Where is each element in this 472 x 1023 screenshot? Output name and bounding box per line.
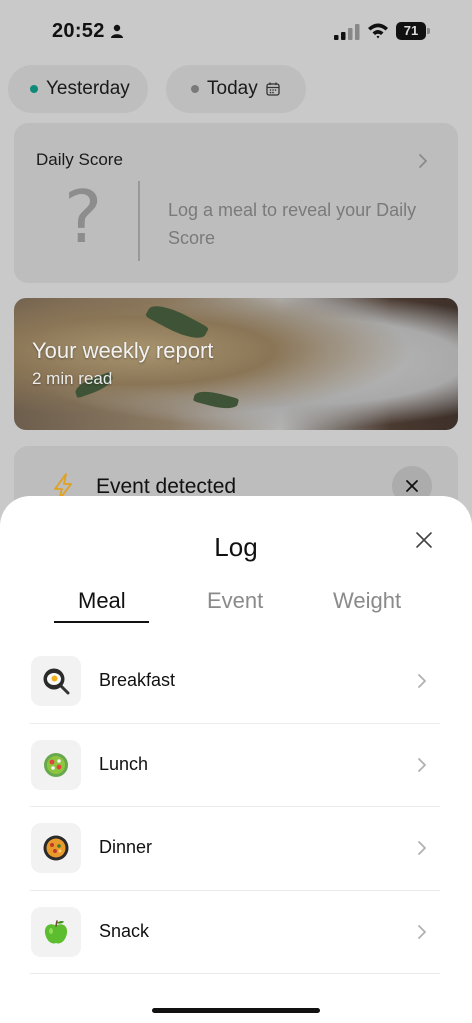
meal-icon-box [31, 906, 81, 957]
salad-bowl-icon [44, 752, 68, 777]
yesterday-label: Yesterday [46, 78, 130, 99]
calendar-icon [266, 82, 280, 96]
daily-score-card[interactable]: Daily Score ? Log a meal to reveal your … [14, 123, 458, 283]
meal-label: Lunch [99, 753, 149, 774]
person-icon [111, 24, 123, 38]
status-bar: 20:52 71 [0, 0, 472, 60]
battery-level: 71 [396, 22, 426, 40]
meal-icon-box [31, 739, 81, 790]
wifi-icon [368, 23, 388, 39]
tab-meal[interactable]: Meal [78, 588, 126, 614]
gray-dot-icon [191, 85, 199, 93]
meal-row-breakfast[interactable]: Breakfast [30, 640, 440, 724]
battery-tip [427, 28, 430, 34]
paella-pan-icon [43, 835, 69, 861]
meal-label: Breakfast [99, 670, 176, 690]
chevron-right-icon [418, 924, 426, 939]
today-label: Today [207, 78, 258, 99]
log-bottom-sheet: Log Meal Event Weight Breakfast Lunch Di… [0, 496, 472, 1023]
meal-row-lunch[interactable]: Lunch [30, 724, 440, 807]
close-icon [406, 480, 418, 492]
green-dot-icon [30, 85, 38, 93]
score-placeholder: ? [64, 175, 103, 259]
weekly-report-banner[interactable]: Your weekly report 2 min read [14, 298, 458, 430]
active-tab-indicator [54, 621, 149, 623]
meal-icon-box [31, 656, 81, 706]
tab-event[interactable]: Event [207, 588, 263, 614]
chevron-right-icon [419, 154, 427, 168]
battery-indicator: 71 [396, 22, 430, 40]
fried-egg-pan-icon [43, 668, 70, 695]
chevron-right-icon [418, 757, 426, 772]
sheet-title: Log [214, 532, 258, 562]
yesterday-pill[interactable]: Yesterday [8, 65, 148, 113]
meal-list: Breakfast Lunch Dinner Snack [30, 640, 440, 974]
weekly-report-subtitle: 2 min read [32, 369, 113, 388]
score-divider [138, 181, 140, 261]
daily-score-title: Daily Score [36, 150, 123, 169]
close-sheet-button[interactable] [414, 530, 434, 550]
cellular-signal-icon [334, 24, 360, 40]
meal-label: Snack [99, 920, 150, 941]
meal-row-dinner[interactable]: Dinner [30, 807, 440, 891]
home-indicator[interactable] [152, 1008, 320, 1013]
chevron-right-icon [418, 841, 426, 855]
meal-row-snack[interactable]: Snack [30, 891, 440, 974]
weekly-report-title: Your weekly report [32, 338, 214, 363]
green-apple-icon [44, 919, 68, 943]
meal-icon-box [31, 823, 81, 873]
chevron-right-icon [418, 674, 426, 688]
meal-label: Dinner [99, 837, 153, 857]
daily-score-message: Log a meal to reveal your Daily Score [168, 200, 417, 248]
food-photo-leaf [192, 387, 240, 413]
today-pill[interactable]: Today [166, 65, 306, 113]
status-time: 20:52 [52, 20, 105, 42]
tab-weight[interactable]: Weight [333, 588, 401, 614]
